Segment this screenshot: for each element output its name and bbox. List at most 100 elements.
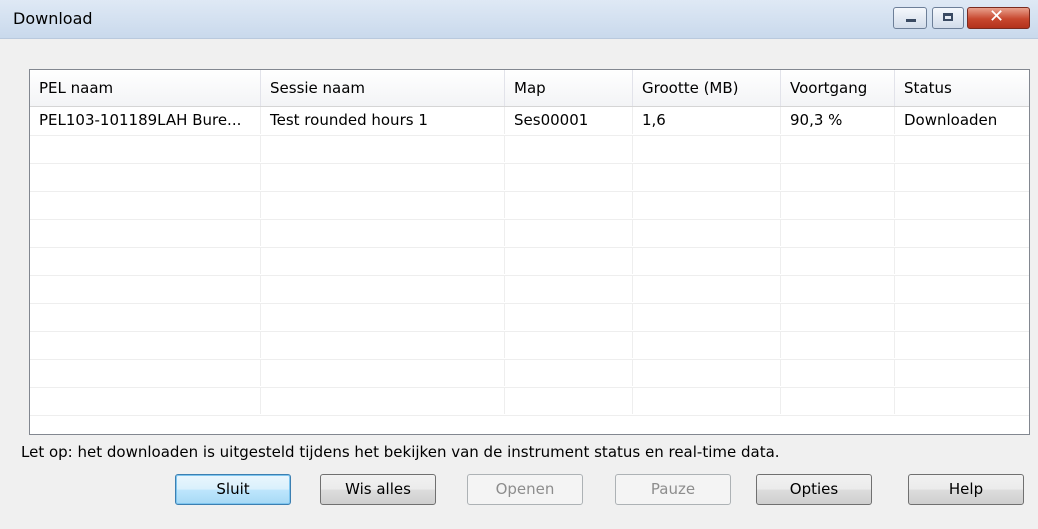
empty-cell: [633, 247, 781, 274]
close-icon: ✕: [989, 6, 1005, 27]
minimize-button[interactable]: [893, 7, 927, 29]
cell-sessie-naam: Test rounded hours 1: [261, 107, 505, 134]
cell-grootte: 1,6: [633, 107, 781, 134]
maximize-button[interactable]: [932, 7, 964, 29]
minimize-icon: [906, 19, 916, 22]
empty-cell: [633, 163, 781, 190]
empty-table-row: [30, 219, 1029, 248]
empty-cell: [781, 191, 895, 218]
empty-cell: [30, 303, 261, 330]
empty-cell: [261, 247, 505, 274]
empty-cell: [895, 303, 1029, 330]
empty-cell: [505, 331, 633, 358]
cell-voortgang: 90,3 %: [781, 107, 895, 134]
download-table[interactable]: PEL naam Sessie naam Map Grootte (MB) Vo…: [29, 69, 1030, 435]
empty-cell: [261, 163, 505, 190]
empty-table-row: [30, 275, 1029, 304]
empty-table-row: [30, 163, 1029, 192]
empty-table-row: [30, 303, 1029, 332]
empty-cell: [633, 191, 781, 218]
empty-cell: [505, 303, 633, 330]
download-note: Let op: het downloaden is uitgesteld tij…: [21, 443, 780, 461]
clear-all-button[interactable]: Wis alles: [320, 474, 436, 505]
empty-cell: [30, 191, 261, 218]
empty-cell: [30, 331, 261, 358]
empty-cell: [781, 275, 895, 302]
column-header-map[interactable]: Map: [505, 70, 633, 106]
empty-cell: [261, 275, 505, 302]
empty-cell: [505, 163, 633, 190]
window-title: Download: [13, 9, 93, 28]
empty-cell: [895, 247, 1029, 274]
column-header-sessie-naam[interactable]: Sessie naam: [261, 70, 505, 106]
empty-cell: [261, 303, 505, 330]
empty-cell: [505, 359, 633, 386]
empty-cell: [505, 191, 633, 218]
empty-cell: [781, 219, 895, 246]
options-button[interactable]: Opties: [756, 474, 872, 505]
empty-cell: [30, 163, 261, 190]
cell-status: Downloaden: [895, 107, 1029, 134]
empty-cell: [781, 247, 895, 274]
empty-cell: [633, 219, 781, 246]
empty-cell: [781, 303, 895, 330]
empty-cell: [633, 303, 781, 330]
empty-cell: [895, 219, 1029, 246]
help-button[interactable]: Help: [908, 474, 1024, 505]
maximize-icon: [943, 13, 953, 21]
empty-cell: [633, 331, 781, 358]
empty-cell: [781, 135, 895, 162]
empty-cell: [895, 359, 1029, 386]
open-button[interactable]: Openen: [467, 474, 583, 505]
empty-cell: [261, 359, 505, 386]
column-header-grootte[interactable]: Grootte (MB): [633, 70, 781, 106]
pause-button[interactable]: Pauze: [615, 474, 731, 505]
empty-cell: [261, 387, 505, 414]
empty-cell: [633, 275, 781, 302]
title-bar[interactable]: Download ✕: [0, 0, 1038, 39]
empty-table-row: [30, 247, 1029, 276]
close-window-button[interactable]: ✕: [967, 6, 1030, 29]
empty-cell: [895, 331, 1029, 358]
empty-cell: [633, 135, 781, 162]
empty-cell: [505, 247, 633, 274]
close-button[interactable]: Sluit: [175, 474, 291, 505]
empty-cell: [781, 163, 895, 190]
empty-table-row: [30, 359, 1029, 388]
empty-table-row: [30, 135, 1029, 164]
empty-cell: [261, 135, 505, 162]
empty-cell: [30, 247, 261, 274]
table-header: PEL naam Sessie naam Map Grootte (MB) Vo…: [30, 70, 1029, 107]
empty-cell: [895, 387, 1029, 414]
column-header-voortgang[interactable]: Voortgang: [781, 70, 895, 106]
empty-table-row: [30, 331, 1029, 360]
download-window: Download ✕ PEL naam Sessie naam Map Groo…: [0, 0, 1038, 529]
empty-cell: [505, 219, 633, 246]
empty-cell: [633, 387, 781, 414]
empty-cell: [895, 135, 1029, 162]
empty-cell: [895, 163, 1029, 190]
cell-map: Ses00001: [505, 107, 633, 134]
empty-cell: [505, 135, 633, 162]
empty-cell: [505, 387, 633, 414]
cell-pel-naam: PEL103-101189LAH Bure...: [30, 107, 261, 134]
column-header-pel-naam[interactable]: PEL naam: [30, 70, 261, 106]
table-row[interactable]: PEL103-101189LAH Bure... Test rounded ho…: [30, 107, 1029, 136]
empty-cell: [30, 275, 261, 302]
empty-table-row: [30, 387, 1029, 416]
empty-cell: [261, 191, 505, 218]
empty-cell: [895, 191, 1029, 218]
column-header-status[interactable]: Status: [895, 70, 1029, 106]
empty-cell: [261, 219, 505, 246]
empty-cell: [30, 135, 261, 162]
empty-table-row: [30, 191, 1029, 220]
empty-cell: [781, 387, 895, 414]
empty-cell: [30, 359, 261, 386]
empty-cell: [781, 331, 895, 358]
empty-cell: [30, 387, 261, 414]
empty-cell: [30, 219, 261, 246]
empty-cell: [781, 359, 895, 386]
empty-cell: [895, 275, 1029, 302]
empty-cell: [633, 359, 781, 386]
empty-cell: [505, 275, 633, 302]
